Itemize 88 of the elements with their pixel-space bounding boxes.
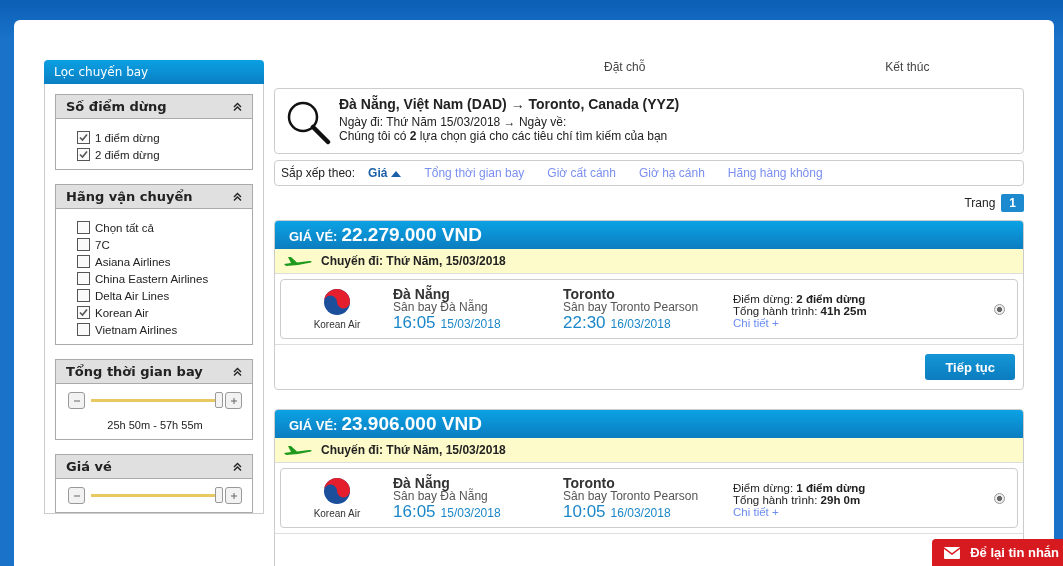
page-button[interactable]: 1 [1001, 194, 1024, 212]
dates-text: Ngày đi: Thứ Năm 15/03/2018 → Ngày về: [339, 115, 568, 129]
checkbox[interactable] [77, 306, 90, 319]
leg-label: Chuyến đi: Thứ Năm, 15/03/2018 [321, 443, 506, 457]
panel-title: Giá vé [66, 459, 112, 474]
airline-logo-icon [323, 477, 351, 505]
checkbox[interactable] [77, 148, 90, 161]
plus-button[interactable] [225, 392, 242, 409]
airplane-icon [283, 255, 313, 267]
plus-icon [229, 396, 238, 405]
page-label: Trang [964, 196, 996, 210]
minus-button[interactable] [68, 392, 85, 409]
departure-city: Đà Nẵng [393, 476, 451, 490]
stops-text: Điểm dừng: 2 điểm dừng [733, 293, 867, 305]
envelope-icon [944, 546, 961, 559]
checkbox[interactable] [77, 131, 90, 144]
checkbox[interactable] [77, 221, 90, 234]
plus-icon [229, 491, 238, 500]
sort-ascending-icon [391, 171, 402, 177]
collapse-icon[interactable] [233, 192, 242, 201]
checkbox-label: Delta Air Lines [95, 289, 170, 302]
airline-logo-icon [323, 288, 351, 316]
departure-date: 15/03/2018 [440, 317, 501, 331]
collapse-icon[interactable] [233, 102, 242, 111]
price-value: 22.279.000 VND [341, 224, 482, 246]
airline-name: Korean Air [313, 508, 361, 519]
checkbox-label: Asiana Airlines [95, 255, 171, 268]
checkbox[interactable] [77, 323, 90, 336]
sort-option[interactable]: Hãng hàng không [727, 166, 823, 180]
search-icon [285, 99, 331, 145]
panel-title: Tổng thời gian bay [66, 364, 203, 379]
price-label: GIÁ VÉ: [289, 229, 338, 244]
price-label: GIÁ VÉ: [289, 418, 338, 433]
sort-option[interactable]: Tổng thời gian bay [424, 166, 525, 180]
checkbox[interactable] [77, 289, 90, 302]
checkbox-label: Chọn tất cả [95, 221, 154, 234]
minus-button[interactable] [68, 487, 85, 504]
details-link[interactable]: Chi tiết + [733, 317, 779, 329]
departure-date: 15/03/2018 [440, 506, 501, 520]
leg-label: Chuyến đi: Thứ Năm, 15/03/2018 [321, 254, 506, 268]
checkbox[interactable] [77, 238, 90, 251]
price-value: 23.906.000 VND [341, 413, 482, 435]
step-label: Kết thúc [885, 60, 930, 74]
duration-text: Tổng hành trình: 29h 0m [733, 494, 862, 506]
slider-handle[interactable] [215, 487, 223, 503]
departure-time: 16:05 [393, 504, 436, 518]
arrival-airport: Sân bay Toronto Pearson [563, 489, 700, 503]
sidebar-title: Lọc chuyến bay [44, 60, 264, 84]
panel-title: Hãng vận chuyển [66, 189, 193, 204]
arrival-city: Toronto [563, 476, 616, 490]
collapse-icon[interactable] [233, 462, 242, 471]
stops-text: Điểm dừng: 1 điểm dừng [733, 482, 867, 494]
checkbox-label: 2 điểm dừng [95, 148, 160, 161]
checkbox-label: 7C [95, 238, 110, 251]
arrival-time: 22:30 [563, 315, 606, 329]
airline-name: Korean Air [313, 319, 361, 330]
arrival-date: 16/03/2018 [610, 317, 671, 331]
checkbox[interactable] [77, 255, 90, 268]
arrival-airport: Sân bay Toronto Pearson [563, 300, 700, 314]
arrival-time: 10:05 [563, 504, 606, 518]
radio-button[interactable] [994, 492, 1005, 504]
checkbox-label: Korean Air [95, 306, 149, 319]
radio-button[interactable] [994, 303, 1005, 315]
sort-label: Sắp xếp theo: [281, 166, 356, 180]
arrival-city: Toronto [563, 287, 616, 301]
summary-text: Chúng tôi có 2 lựa chọn giá cho các tiêu chí tìm kiếm của bạn [339, 129, 669, 143]
checkbox-label: China Eastern Airlines [95, 272, 209, 285]
step-label: Đặt chỗ [604, 60, 646, 74]
slider-handle[interactable] [215, 392, 223, 408]
checkbox[interactable] [77, 272, 90, 285]
details-link[interactable]: Chi tiết + [733, 506, 779, 518]
collapse-icon[interactable] [233, 367, 242, 376]
continue-button[interactable]: Tiếp tục [925, 354, 1015, 380]
duration-text: Tổng hành trình: 41h 25m [733, 305, 868, 317]
checkbox-label: Vietnam Airlines [95, 323, 178, 336]
airplane-icon [283, 444, 313, 456]
plus-button[interactable] [225, 487, 242, 504]
leave-message-button[interactable]: Để lại tin nhắn [932, 539, 1063, 566]
sort-option[interactable]: Giờ cất cánh [547, 166, 616, 180]
range-label: 25h 50m - 57h 55m [107, 419, 203, 431]
sort-option[interactable]: Giờ hạ cánh [638, 166, 705, 180]
checkbox-label: 1 điểm dừng [95, 131, 160, 144]
sort-option[interactable]: Giá [368, 166, 402, 180]
route-title: Đà Nẵng, Việt Nam (DAD) → Toronto, Canada (YYZ) [339, 97, 680, 111]
departure-time: 16:05 [393, 315, 436, 329]
arrival-date: 16/03/2018 [610, 506, 671, 520]
panel-title: Số điểm dừng [66, 99, 167, 114]
departure-city: Đà Nẵng [393, 287, 451, 301]
